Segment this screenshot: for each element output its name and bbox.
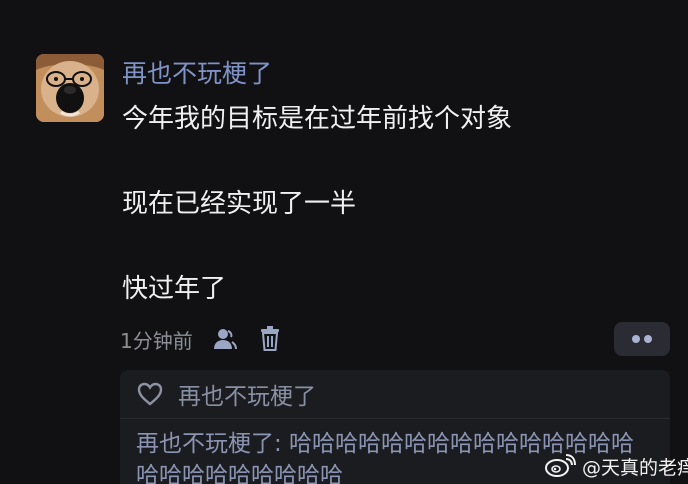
- more-button[interactable]: [614, 322, 670, 356]
- user-icon: [213, 329, 237, 350]
- comment-author[interactable]: 再也不玩梗了: [122, 58, 272, 90]
- weibo-icon: [545, 454, 576, 477]
- watermark-text: @天真的老痒: [582, 456, 688, 479]
- heart-icon[interactable]: [136, 381, 164, 407]
- reply-header: 再也不玩梗了: [136, 378, 316, 410]
- comment-time: 1分钟前: [120, 328, 193, 353]
- watermark: @天真的老痒: [544, 452, 688, 480]
- comment-avatar[interactable]: [36, 54, 104, 122]
- trash-icon: [260, 326, 279, 351]
- comment-line-1: 今年我的目标是在过年前找个对象: [122, 104, 513, 134]
- more-dots-icon: [632, 335, 652, 343]
- reply-divider: [120, 418, 670, 419]
- delete-button[interactable]: [255, 324, 285, 354]
- comment-line-3: 快过年了: [122, 274, 227, 304]
- user-button[interactable]: [209, 324, 239, 354]
- shiba-avatar-icon: [36, 54, 104, 122]
- reply-author[interactable]: 再也不玩梗了: [178, 377, 316, 411]
- comment-meta-row: 1分钟前: [120, 324, 285, 354]
- comment-line-2: 现在已经实现了一半: [122, 189, 357, 219]
